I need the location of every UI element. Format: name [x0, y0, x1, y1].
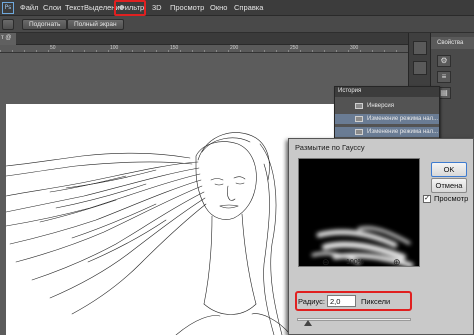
menu-file[interactable]: Файл	[20, 3, 38, 14]
menu-help[interactable]: Справка	[234, 3, 263, 14]
preview-image	[311, 226, 414, 266]
history-step-icon	[355, 103, 363, 109]
radius-label: Радиус:	[298, 297, 325, 306]
radius-unit: Пиксели	[361, 297, 391, 306]
menu-select[interactable]: Выделение	[84, 3, 124, 14]
radius-slider-thumb[interactable]	[304, 320, 313, 326]
history-panel-header[interactable]: История	[335, 87, 439, 97]
ruler-label: 50	[50, 45, 56, 51]
ruler-label: 100	[110, 45, 119, 51]
menu-3d[interactable]: 3D	[152, 3, 162, 14]
ruler-label: 300	[350, 45, 359, 51]
horizontal-ruler	[0, 45, 408, 53]
menu-window[interactable]: Окно	[210, 3, 227, 14]
history-title: История	[338, 88, 362, 94]
history-row[interactable]: Инверсия	[335, 101, 439, 111]
dialog-title: Размытие по Гауссу	[295, 143, 365, 152]
history-panel: История Инверсия Изменение режима нал...…	[334, 86, 440, 140]
history-row[interactable]: Изменение режима нал...	[335, 127, 439, 137]
menu-view[interactable]: Просмотр	[170, 3, 204, 14]
history-step-icon	[355, 129, 363, 135]
zoom-in-icon[interactable]: ⊕	[393, 257, 401, 268]
history-row-label: Инверсия	[367, 103, 395, 109]
document-canvas[interactable]	[6, 104, 336, 335]
photoshop-logo[interactable]: Ps	[2, 2, 14, 14]
history-row-label: Изменение режима нал...	[367, 116, 439, 122]
history-row-label: Изменение режима нал...	[367, 129, 439, 135]
ruler-label: 250	[290, 45, 299, 51]
full-screen-button[interactable]: Полный экран	[67, 19, 124, 30]
zoom-out-icon[interactable]: ⊖	[322, 257, 330, 268]
preview-checkbox[interactable]: ✓	[423, 195, 431, 203]
fit-screen-button[interactable]: Подогнать	[22, 19, 68, 30]
history-panel-icon[interactable]	[413, 41, 427, 55]
cancel-button[interactable]: Отмена	[431, 178, 467, 193]
zoom-percent: 100%	[346, 259, 364, 266]
sketch-artwork	[6, 132, 292, 335]
actions-panel-icon[interactable]	[413, 61, 427, 75]
radius-slider[interactable]	[297, 318, 411, 321]
radius-input[interactable]	[327, 295, 356, 307]
ruler-label: 150	[170, 45, 179, 51]
menu-bar: Ps Файл Слои Текст Выделение Фильтр 3D П…	[0, 0, 474, 16]
options-bar: Подогнать Полный экран	[0, 16, 474, 33]
adjust-icon[interactable]: ≡	[437, 71, 451, 83]
properties-icon[interactable]: ⚙	[437, 55, 451, 67]
document-tab[interactable]: т @	[0, 33, 16, 45]
ok-button[interactable]: OK	[431, 162, 467, 177]
menu-type[interactable]: Текст	[65, 3, 84, 14]
history-step-icon	[355, 116, 363, 122]
menu-layers[interactable]: Слои	[43, 3, 61, 14]
blur-preview[interactable]	[298, 158, 420, 267]
ruler-label: 200	[230, 45, 239, 51]
properties-tab[interactable]: Свойства	[431, 37, 474, 49]
menu-filter[interactable]: Фильтр	[119, 3, 144, 14]
history-row[interactable]: Изменение режима нал...	[335, 114, 439, 124]
options-button-partial[interactable]	[2, 19, 14, 30]
preview-checkbox-label: Просмотр	[434, 194, 469, 203]
document-tab-bar: т @	[0, 33, 408, 45]
